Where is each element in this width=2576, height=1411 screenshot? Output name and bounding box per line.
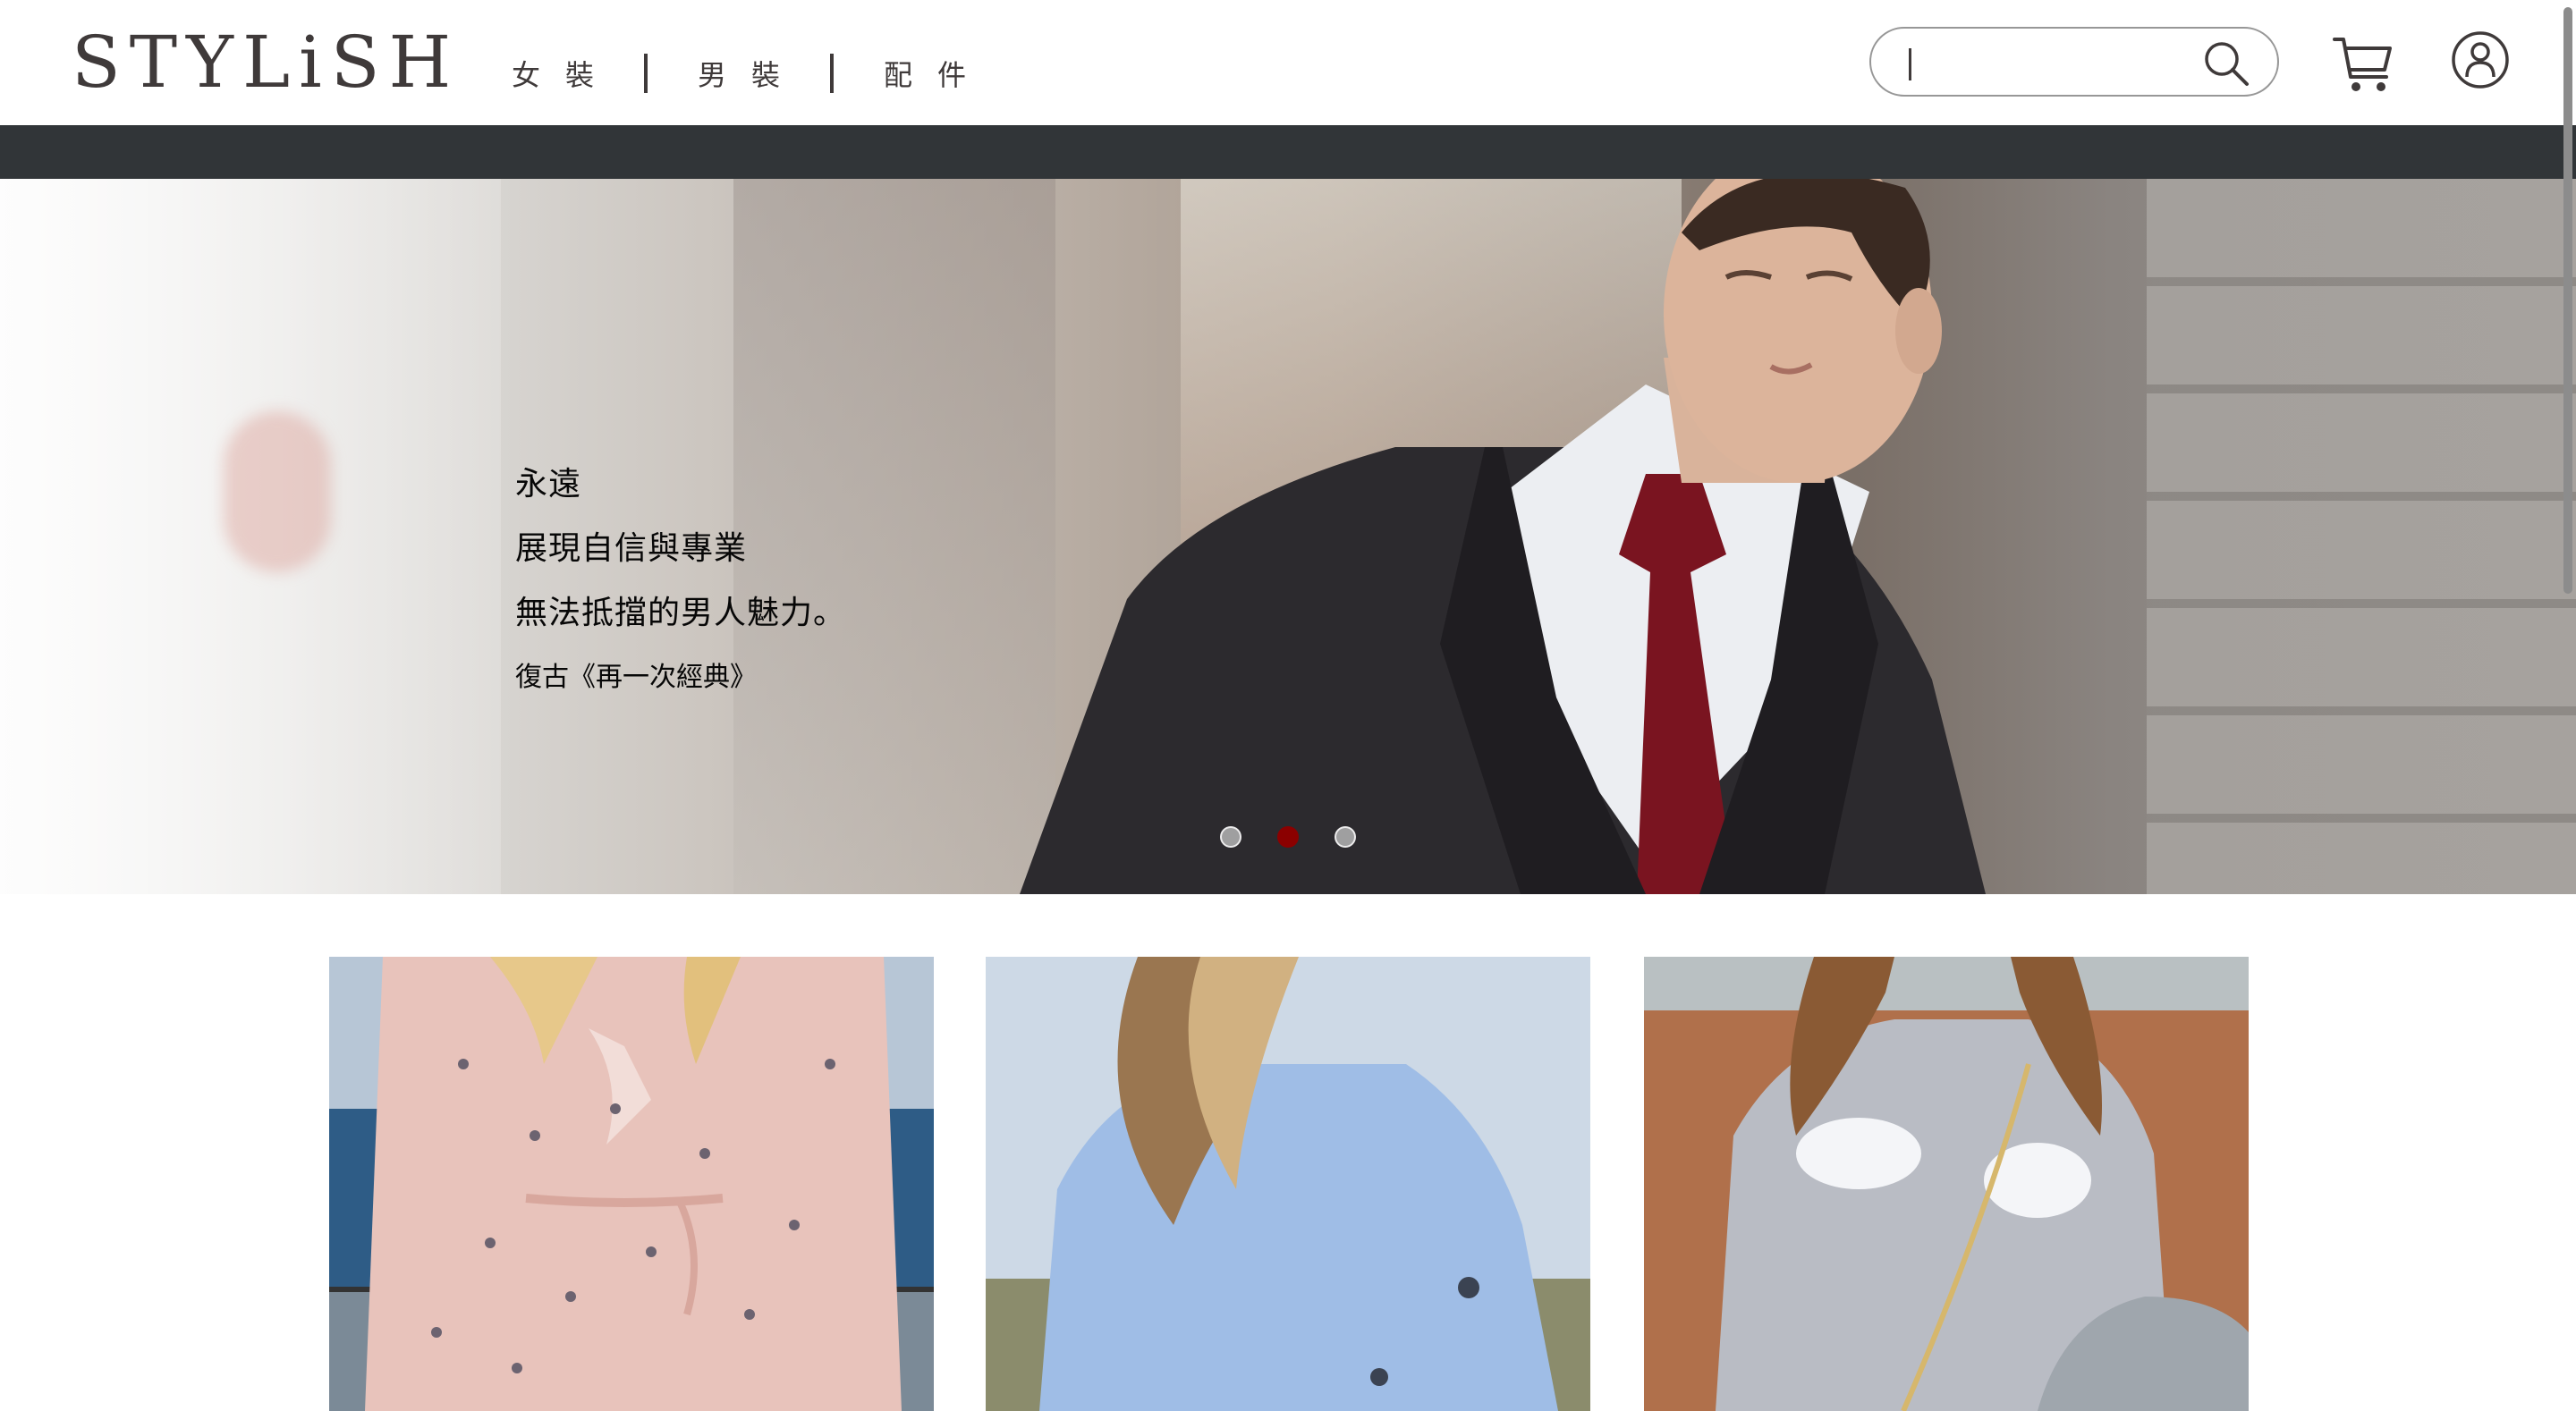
search-box[interactable]	[1869, 27, 2279, 97]
nav-divider	[644, 54, 648, 93]
hero-copy: 永遠 展現自信與專業 無法抵擋的男人魅力。 復古《再一次經典》	[515, 452, 846, 710]
product-image	[1644, 957, 2249, 1411]
carousel-dot-3[interactable]	[1335, 826, 1356, 848]
hero-subline: 復古《再一次經典》	[515, 662, 757, 693]
nav-item-men[interactable]: 男裝	[698, 53, 805, 94]
hero-model-illustration	[1020, 179, 1986, 894]
scrollbar-thumb[interactable]	[2563, 7, 2572, 594]
product-image	[986, 957, 1590, 1411]
main-nav: 女裝 男裝 配件	[465, 48, 991, 98]
hero-banner[interactable]: 永遠 展現自信與專業 無法抵擋的男人魅力。 復古《再一次經典》	[0, 179, 2576, 894]
cart-icon[interactable]	[2329, 30, 2397, 98]
product-card[interactable]	[1644, 957, 2249, 1411]
hero-line: 展現自信與專業	[515, 530, 748, 567]
site-header: STYLiSH 女裝 男裝 配件	[0, 0, 2576, 125]
product-image	[329, 957, 934, 1411]
hero-stone-wall	[2147, 179, 2576, 894]
header-strip	[0, 125, 2576, 179]
carousel-dots	[1220, 826, 1356, 848]
member-icon[interactable]	[2451, 30, 2510, 89]
product-card[interactable]	[329, 957, 934, 1411]
hero-line: 永遠	[515, 466, 582, 503]
carousel-dot-2[interactable]	[1277, 826, 1299, 848]
hero-line: 無法抵擋的男人魅力。	[515, 595, 847, 631]
text-caret	[1909, 48, 1911, 80]
nav-divider	[830, 54, 835, 93]
nav-item-accessories[interactable]: 配件	[884, 53, 991, 94]
carousel-dot-1[interactable]	[1220, 826, 1241, 848]
nav-item-women[interactable]: 女裝	[512, 53, 619, 94]
product-card[interactable]	[986, 957, 1590, 1411]
hero-blur-accent	[224, 411, 331, 572]
search-icon[interactable]	[2202, 39, 2250, 88]
search-input[interactable]	[1907, 39, 2179, 86]
site-logo[interactable]: STYLiSH	[72, 27, 460, 98]
page-scrollbar[interactable]	[2560, 0, 2576, 1411]
